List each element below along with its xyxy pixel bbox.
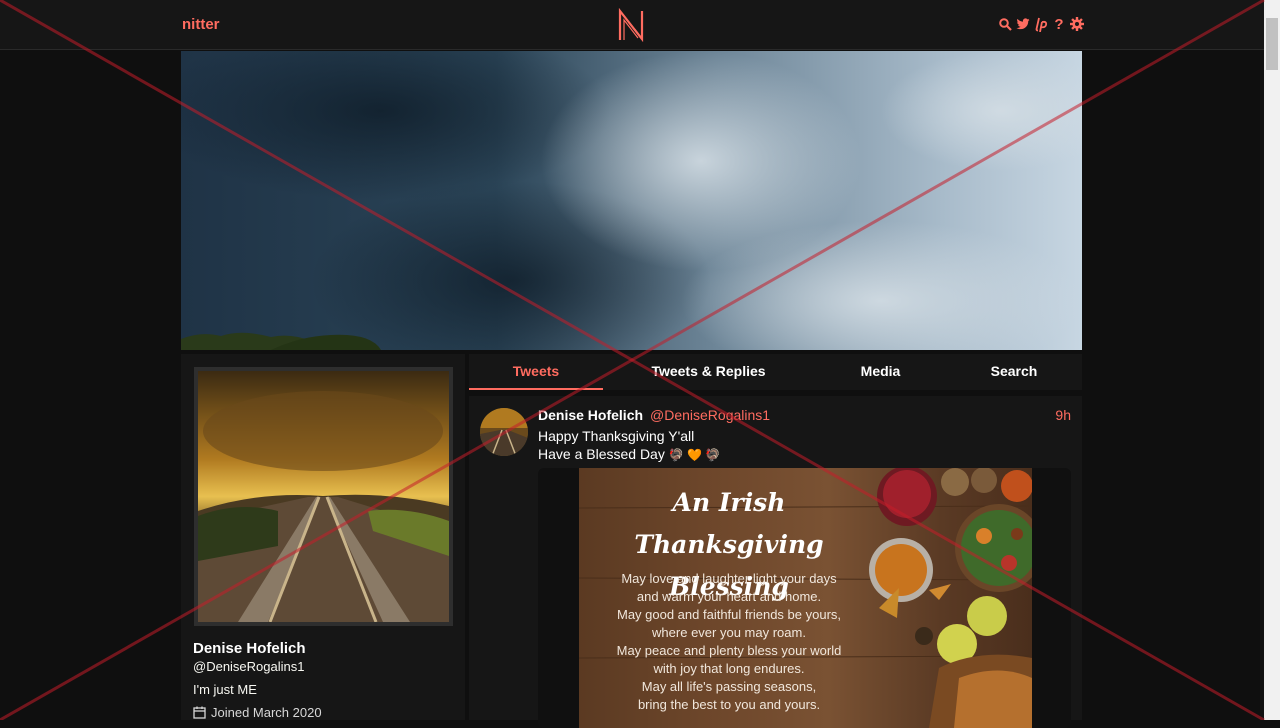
calendar-icon bbox=[193, 706, 206, 719]
card-body-line: May good and faithful friends be yours, bbox=[616, 607, 842, 622]
liberapay-icon[interactable] bbox=[1034, 16, 1048, 32]
profile-joined: Joined March 2020 bbox=[193, 705, 322, 720]
tab-search[interactable]: Search bbox=[947, 354, 1081, 390]
profile-bio: I'm just ME bbox=[193, 682, 257, 697]
profile-card: Denise Hofelich @DeniseRogalins1 I'm jus… bbox=[181, 354, 465, 720]
card-body-line: with joy that long endures. bbox=[653, 661, 805, 676]
profile-name[interactable]: Denise Hofelich bbox=[193, 640, 306, 657]
card-body-line: bring the best to you and yours. bbox=[637, 697, 821, 712]
page-scrollbar[interactable] bbox=[1264, 0, 1280, 720]
gear-icon[interactable] bbox=[1070, 16, 1084, 32]
tweet-emojis: 🦃 🧡 🦃 bbox=[668, 448, 721, 462]
card-body-line: May love and laughter light your days bbox=[621, 571, 837, 586]
banner-image bbox=[181, 51, 1082, 350]
timeline: Denise Hofelich @DeniseRogalins1 9h Happ… bbox=[469, 396, 1082, 728]
tweet-avatar-image bbox=[480, 408, 528, 456]
tab-media[interactable]: Media bbox=[813, 354, 948, 390]
tweet-author-handle[interactable]: @DeniseRogalins1 bbox=[650, 407, 770, 423]
card-body-line: where ever you may roam. bbox=[652, 625, 806, 640]
tweet-text-line: Have a Blessed Day 🦃 🧡 🦃 bbox=[538, 446, 720, 462]
profile-banner[interactable] bbox=[181, 51, 1082, 350]
scrollbar-thumb[interactable] bbox=[1266, 18, 1278, 70]
card-body-line: and warm your heart and home. bbox=[636, 589, 822, 604]
card-body-line: May all life's passing seasons, bbox=[641, 679, 817, 694]
help-icon[interactable]: ? bbox=[1052, 16, 1066, 33]
timeline-tabs: Tweets Tweets & Replies Media Search bbox=[469, 354, 1082, 390]
nav-icons: ? bbox=[998, 16, 1084, 33]
tweet-image[interactable]: An Irish Thanksgiving Blessing May love … bbox=[579, 468, 1032, 728]
profile-handle[interactable]: @DeniseRogalins1 bbox=[193, 659, 304, 674]
card-title-line: An Irish Thanksgiving bbox=[634, 488, 824, 559]
card-body: May love and laughter light your days an… bbox=[579, 570, 879, 714]
tweet-avatar[interactable] bbox=[480, 408, 528, 456]
twitter-icon[interactable] bbox=[1016, 16, 1030, 32]
card-body-line: May peace and plenty bless your world bbox=[616, 643, 842, 658]
nitter-home-link[interactable]: nitter bbox=[182, 16, 220, 33]
profile-avatar[interactable] bbox=[194, 367, 453, 626]
tab-tweets-replies[interactable]: Tweets & Replies bbox=[641, 354, 776, 390]
tweet-text-line: Happy Thanksgiving Y'all bbox=[538, 428, 695, 444]
joined-date: Joined March 2020 bbox=[211, 705, 322, 720]
avatar-image bbox=[198, 371, 449, 622]
search-icon[interactable] bbox=[998, 16, 1012, 32]
nitter-logo-icon[interactable] bbox=[617, 8, 645, 42]
tweet-text: Have a Blessed Day bbox=[538, 446, 665, 462]
tweet-author-name[interactable]: Denise Hofelich bbox=[538, 407, 643, 423]
tweet-date[interactable]: 9h bbox=[1055, 407, 1071, 423]
navbar: nitter ? bbox=[0, 0, 1264, 50]
tab-tweets[interactable]: Tweets bbox=[469, 354, 603, 390]
tweet-media[interactable]: An Irish Thanksgiving Blessing May love … bbox=[538, 468, 1071, 728]
